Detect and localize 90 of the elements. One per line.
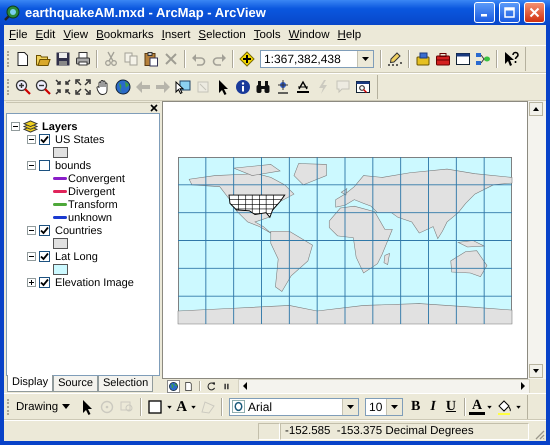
- layer-label[interactable]: bounds: [55, 160, 92, 172]
- tab[interactable]: Selection: [98, 376, 154, 392]
- close-icon: [529, 7, 540, 18]
- info-icon[interactable]: [235, 79, 251, 95]
- tab[interactable]: Display: [7, 375, 54, 392]
- menu-item[interactable]: Edit: [36, 29, 56, 41]
- dropdown-button[interactable]: [357, 51, 373, 67]
- globe-icon[interactable]: [115, 79, 131, 95]
- globe-magnifier-icon: [4, 4, 20, 20]
- close-icon[interactable]: [150, 104, 158, 112]
- legend-label: unknown: [68, 212, 112, 224]
- caret-icon: [62, 404, 70, 409]
- collapse-icon[interactable]: [27, 226, 36, 235]
- menu-item[interactable]: Insert: [162, 29, 190, 41]
- layer-label[interactable]: US States: [55, 134, 105, 146]
- coordinates-readout: -152.585 -153.375 Decimal Degrees: [280, 422, 529, 440]
- close-button[interactable]: [524, 2, 545, 23]
- window-icon[interactable]: [455, 51, 471, 67]
- collapse-icon[interactable]: [27, 161, 36, 170]
- collapse-icon[interactable]: [27, 135, 36, 144]
- refresh-icon[interactable]: [206, 380, 217, 392]
- map-canvas[interactable]: [162, 101, 528, 379]
- font-combo-box[interactable]: Arial: [229, 398, 360, 416]
- arrows-outward-icon[interactable]: [75, 79, 91, 95]
- resize-grip-icon[interactable]: [533, 428, 545, 440]
- collapse-icon[interactable]: [27, 252, 36, 261]
- checkbox[interactable]: [39, 277, 50, 288]
- checkbox[interactable]: [39, 225, 50, 236]
- layers-icon: [23, 120, 38, 133]
- caret-icon: [362, 57, 369, 61]
- scale-combo-box[interactable]: 1:367,382,438: [260, 50, 374, 68]
- checkbox[interactable]: [39, 160, 50, 171]
- legend-label: Divergent: [68, 186, 116, 198]
- maximize-icon: [504, 7, 515, 18]
- checkbox[interactable]: [39, 251, 50, 262]
- tab[interactable]: Source: [53, 376, 98, 392]
- expand-icon[interactable]: [27, 278, 36, 287]
- vertical-scrollbar[interactable]: [528, 101, 546, 379]
- menu-item[interactable]: File: [9, 29, 28, 41]
- menu-item[interactable]: Help: [338, 29, 362, 41]
- horizontal-scrollbar[interactable]: [238, 378, 530, 394]
- maximize-button[interactable]: [499, 2, 520, 23]
- layer-label[interactable]: Countries: [55, 224, 102, 236]
- dropdown-button[interactable]: [342, 398, 358, 414]
- menu-item[interactable]: Selection: [198, 29, 246, 41]
- underline-button[interactable]: U: [440, 398, 461, 414]
- caret-icon: [391, 404, 398, 408]
- window-title: earthquakeAM.mxd - ArcMap - ArcView: [25, 5, 267, 20]
- help-cursor-icon[interactable]: [503, 51, 519, 67]
- cursor-map-icon[interactable]: [175, 79, 191, 95]
- viewer-window-icon[interactable]: [355, 79, 371, 95]
- menu-item[interactable]: Bookmarks: [96, 29, 154, 41]
- bold-button[interactable]: B: [406, 398, 426, 414]
- legend-label: Transform: [68, 198, 118, 210]
- blank-page-icon[interactable]: [15, 51, 31, 67]
- font-type-icon: [232, 400, 246, 413]
- binoculars-icon[interactable]: [255, 79, 271, 95]
- menu-item[interactable]: Tools: [254, 29, 281, 41]
- status-panel: [258, 422, 280, 440]
- paint-bucket-icon[interactable]: [496, 398, 512, 414]
- collapse-icon[interactable]: [11, 122, 20, 131]
- pencil-icon[interactable]: [387, 51, 403, 67]
- layer-label[interactable]: Elevation Image: [55, 276, 134, 288]
- dropdown-button[interactable]: [386, 398, 402, 414]
- layer-group-label[interactable]: Layers: [42, 120, 78, 132]
- drawing-menu-button[interactable]: Drawing: [13, 400, 74, 412]
- font-color-button[interactable]: A: [468, 398, 486, 414]
- menu-item[interactable]: Window: [288, 29, 330, 41]
- minimize-button[interactable]: [474, 2, 495, 23]
- new-text-button[interactable]: A: [174, 398, 190, 414]
- zoom-out-icon[interactable]: [35, 79, 51, 95]
- globe-icon[interactable]: [168, 380, 179, 392]
- zoom-in-icon[interactable]: [15, 79, 31, 95]
- menu-item[interactable]: View: [63, 29, 88, 41]
- caret-icon: [347, 404, 354, 408]
- layer-label[interactable]: Lat Long: [55, 250, 98, 262]
- add-data-icon[interactable]: [239, 51, 255, 67]
- printer-icon[interactable]: [75, 51, 91, 67]
- font-size-combo-box[interactable]: 10: [365, 398, 404, 416]
- crosshair-icon[interactable]: [275, 79, 291, 95]
- toolbox-icon[interactable]: [435, 51, 451, 67]
- arrows-inward-icon[interactable]: [55, 79, 71, 95]
- file-cabinet-icon[interactable]: [415, 51, 431, 67]
- checkbox[interactable]: [39, 134, 50, 145]
- legend-label: Convergent: [68, 172, 125, 184]
- ruler-icon[interactable]: [295, 79, 311, 95]
- clipboard-icon[interactable]: [143, 51, 159, 67]
- rectangle-icon[interactable]: [147, 398, 164, 414]
- italic-button[interactable]: I: [425, 398, 441, 414]
- diagram-icon[interactable]: [475, 51, 491, 67]
